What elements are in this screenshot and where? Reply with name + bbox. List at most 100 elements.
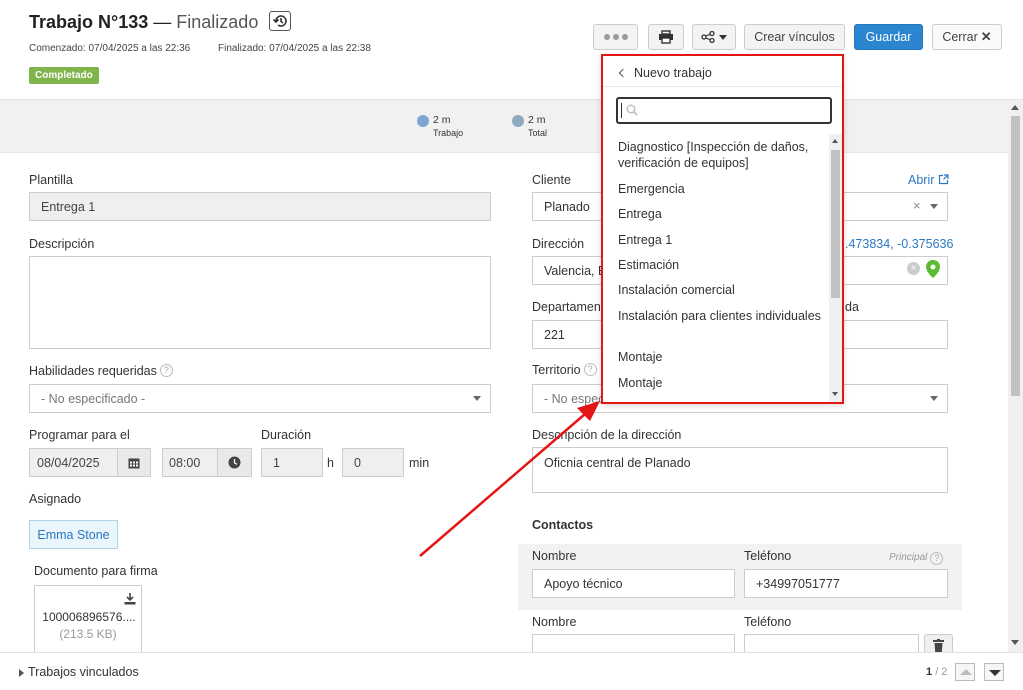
save-button[interactable]: Guardar bbox=[854, 24, 923, 50]
territory-label-text: Territorio bbox=[532, 363, 581, 377]
help-icon[interactable]: ? bbox=[159, 364, 173, 377]
scroll-down-icon[interactable] bbox=[1011, 640, 1019, 645]
description-label: Descripción bbox=[29, 237, 95, 251]
apartment-label: Departamen bbox=[532, 300, 601, 314]
dropdown-item[interactable]: Emergencia bbox=[618, 181, 823, 197]
assigned-label: Asignado bbox=[29, 492, 82, 506]
external-link-icon bbox=[938, 174, 949, 185]
clear-icon[interactable]: × bbox=[907, 262, 920, 275]
expand-icon[interactable] bbox=[19, 669, 24, 677]
next-page-button[interactable] bbox=[984, 663, 1004, 681]
share-button[interactable] bbox=[692, 24, 736, 50]
text-cursor bbox=[621, 103, 622, 118]
title-separator: — bbox=[153, 12, 172, 32]
scroll-down-icon[interactable] bbox=[832, 392, 838, 396]
duration-minutes-field[interactable]: 0 bbox=[342, 448, 404, 477]
skills-label: Habilidades requeridas? bbox=[29, 364, 173, 378]
previous-page-button[interactable] bbox=[955, 663, 975, 681]
calendar-button[interactable] bbox=[117, 448, 151, 477]
clear-icon[interactable]: × bbox=[913, 198, 921, 213]
contact-phone-field[interactable]: +34997051777 bbox=[744, 569, 948, 598]
skills-select[interactable]: - No especificado - bbox=[29, 384, 491, 413]
document-label: Documento para firma bbox=[34, 564, 158, 578]
chevron-up-icon bbox=[960, 669, 972, 675]
contact-name-label: Nombre bbox=[532, 549, 577, 563]
help-icon[interactable]: ? bbox=[930, 552, 944, 565]
job-number: Trabajo N°133 bbox=[29, 12, 149, 32]
linked-jobs-toggle[interactable]: Trabajos vinculados bbox=[28, 665, 139, 679]
create-links-button[interactable]: Crear vínculos bbox=[744, 24, 845, 50]
dropdown-item[interactable]: Montaje bbox=[618, 349, 823, 365]
download-icon[interactable] bbox=[124, 593, 136, 605]
minutes-unit: min bbox=[409, 456, 430, 470]
description-textarea[interactable] bbox=[29, 256, 491, 349]
page-current: 1 bbox=[926, 666, 933, 678]
play-icon bbox=[417, 115, 429, 127]
more-button[interactable] bbox=[593, 24, 638, 50]
map-pin-icon[interactable] bbox=[926, 260, 940, 278]
document-card[interactable]: 100006896576.... (213.5 KB) bbox=[34, 585, 142, 655]
contact-name-field[interactable]: Apoyo técnico bbox=[532, 569, 735, 598]
time-summary-bar: 2 m Trabajo 2 m Total bbox=[0, 100, 1008, 153]
address-description-textarea[interactable]: Oficnia central de Planado bbox=[532, 447, 948, 493]
territory-label: Territorio? bbox=[532, 363, 597, 377]
job-header: Trabajo N°133 — Finalizado Comenzado: 07… bbox=[0, 0, 1023, 100]
contact-phone-label: Teléfono bbox=[744, 549, 792, 563]
template-label: Plantilla bbox=[29, 173, 73, 187]
work-time: 2 m Trabajo bbox=[417, 114, 464, 138]
client-open-link[interactable]: Abrir bbox=[908, 173, 949, 187]
scroll-up-icon[interactable] bbox=[832, 139, 838, 143]
time-field[interactable]: 08:00 bbox=[162, 448, 218, 477]
dropdown-item[interactable]: Entrega 1 bbox=[618, 232, 823, 248]
page-scrollbar[interactable] bbox=[1008, 100, 1023, 652]
chevron-down-icon bbox=[473, 396, 481, 401]
scrollbar-thumb[interactable] bbox=[1011, 116, 1020, 396]
page-total: / 2 bbox=[935, 666, 948, 678]
dropdown-scrollbar[interactable] bbox=[829, 134, 842, 402]
contact-principal-label: Principal bbox=[889, 552, 928, 563]
print-button[interactable] bbox=[648, 24, 684, 50]
assigned-user-chip[interactable]: Emma Stone bbox=[29, 520, 118, 549]
address-coordinates-link[interactable]: .473834, -0.375636 bbox=[845, 237, 953, 251]
delete-contact-button[interactable] bbox=[924, 634, 953, 654]
dropdown-scrollbar-thumb[interactable] bbox=[831, 150, 840, 298]
calendar-icon bbox=[128, 458, 140, 468]
contact-name-label: Nombre bbox=[532, 615, 577, 629]
printer-icon bbox=[659, 30, 673, 44]
chevron-left-icon[interactable] bbox=[618, 68, 628, 78]
contacts-title: Contactos bbox=[532, 518, 594, 532]
duration-hours-field[interactable]: 1 bbox=[261, 448, 323, 477]
clock-button[interactable] bbox=[217, 448, 252, 477]
contact-principal: Principal? bbox=[889, 552, 944, 565]
chevron-down-icon bbox=[989, 670, 1001, 676]
pagination: 1 / 2 bbox=[926, 666, 947, 678]
dropdown-item[interactable]: Montaje bbox=[618, 375, 823, 391]
dropdown-search-input[interactable] bbox=[616, 97, 832, 124]
date-field[interactable]: 08/04/2025 bbox=[29, 448, 118, 477]
dropdown-item[interactable]: Diagnostico [Inspección de daños, verifi… bbox=[618, 139, 823, 171]
work-time-label: Trabajo bbox=[433, 128, 464, 138]
close-button[interactable]: Cerrar ✕ bbox=[932, 24, 1002, 50]
template-field[interactable]: Entrega 1 bbox=[29, 192, 491, 221]
ellipsis-icon bbox=[603, 34, 628, 40]
dropdown-item[interactable]: Estimación bbox=[618, 257, 823, 273]
dropdown-item[interactable]: Instalación para clientes individuales bbox=[618, 308, 823, 324]
chevron-down-icon bbox=[930, 204, 938, 209]
contact-phone-label: Teléfono bbox=[744, 615, 792, 629]
total-time-label: Total bbox=[528, 128, 548, 138]
scroll-up-icon[interactable] bbox=[1011, 105, 1019, 110]
page-title: Trabajo N°133 — Finalizado bbox=[29, 11, 292, 33]
dropdown-item[interactable]: Instalación comercial bbox=[618, 282, 823, 298]
close-label: Cerrar bbox=[942, 30, 978, 44]
history-button[interactable] bbox=[269, 11, 292, 32]
dropdown-header[interactable]: Nuevo trabajo bbox=[603, 56, 842, 87]
help-icon[interactable]: ? bbox=[583, 363, 597, 376]
dropdown-item[interactable]: Entrega bbox=[618, 206, 823, 222]
document-name: 100006896576.... bbox=[42, 610, 136, 624]
client-open-link-text: Abrir bbox=[908, 173, 935, 187]
hours-unit: h bbox=[327, 456, 334, 470]
clock-icon bbox=[228, 456, 241, 469]
dropdown-title: Nuevo trabajo bbox=[634, 66, 712, 80]
total-time-value: 2 m bbox=[528, 114, 546, 126]
skills-label-text: Habilidades requeridas bbox=[29, 364, 157, 378]
